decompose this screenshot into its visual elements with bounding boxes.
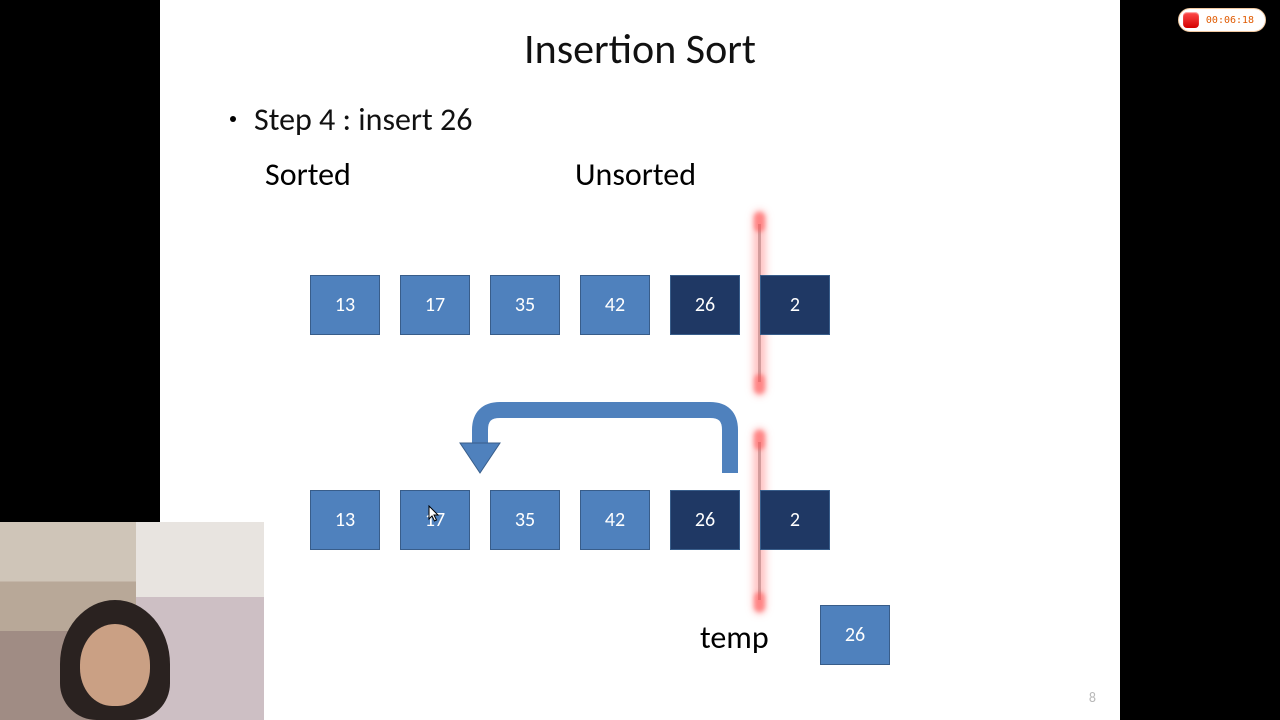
- cursor-icon: [428, 505, 440, 523]
- bullet-icon: [230, 116, 236, 122]
- page-number: 8: [1089, 689, 1096, 706]
- array-row-1: 13 17 35 42 26 2: [310, 275, 830, 335]
- cell-temp: 26: [820, 605, 890, 665]
- cell: 2: [760, 275, 830, 335]
- label-unsorted: Unsorted: [575, 155, 696, 194]
- slide-title: Insertion Sort: [160, 24, 1120, 75]
- cell: 2: [760, 490, 830, 550]
- slide: Insertion Sort Step 4 : insert 26 Sorted…: [160, 0, 1120, 720]
- array-row-2: 13173542262: [310, 490, 830, 550]
- cell: 17: [400, 275, 470, 335]
- cell: 35: [490, 490, 560, 550]
- label-sorted: Sorted: [265, 155, 351, 194]
- slide-step-text: Step 4 : insert 26: [230, 100, 472, 139]
- webcam-overlay: [0, 522, 264, 720]
- temp-label: temp: [700, 618, 769, 657]
- recorder-widget[interactable]: 00:06:18: [1178, 8, 1266, 32]
- cell: 26: [670, 490, 740, 550]
- step-label: Step 4 : insert 26: [254, 100, 472, 139]
- temp-cell: 26: [820, 605, 890, 665]
- curved-arrow-icon: [455, 395, 755, 475]
- recorder-time: 00:06:18: [1199, 15, 1261, 26]
- cell: 26: [670, 275, 740, 335]
- cell: 42: [580, 490, 650, 550]
- cell: 35: [490, 275, 560, 335]
- cell: 13: [310, 490, 380, 550]
- cell: 13: [310, 275, 380, 335]
- cell: 42: [580, 275, 650, 335]
- stop-record-icon[interactable]: [1183, 12, 1199, 28]
